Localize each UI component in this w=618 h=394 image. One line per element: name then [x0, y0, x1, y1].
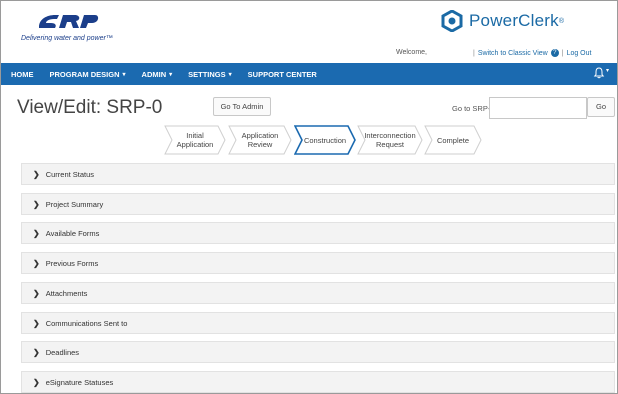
go-to-admin-button[interactable]: Go To Admin	[213, 97, 271, 116]
step-line2: Review	[247, 140, 273, 149]
section-label: Available Forms	[45, 228, 100, 238]
progress-steps: Initial Application Application Review Con…	[164, 125, 484, 155]
section-available-forms[interactable]: ❯ Available Forms	[21, 222, 615, 244]
chevron-right-icon: ❯	[33, 199, 40, 209]
nav-program-design[interactable]: PROGRAM DESIGN ▾	[50, 70, 126, 79]
nav-admin-label: ADMIN	[141, 69, 167, 79]
nav-support-center[interactable]: SUPPORT CENTER	[248, 70, 317, 79]
chevron-right-icon: ❯	[33, 318, 40, 328]
powerclerk-icon	[441, 10, 463, 32]
chevron-right-icon: ❯	[33, 377, 40, 387]
step-line1: Interconnection	[364, 131, 416, 140]
brand-name: PowerClerk	[469, 11, 559, 30]
section-project-summary[interactable]: ❯ Project Summary	[21, 193, 615, 215]
step-construction[interactable]: Construction	[294, 125, 356, 155]
page-frame: Delivering water and power™ PowerClerk ® …	[0, 0, 618, 394]
top-links: | Switch to Classic View ? | Log Out	[473, 49, 591, 57]
section-communications-sent-to[interactable]: ❯ Communications Sent to	[21, 312, 615, 334]
srp-logo[interactable]	[37, 11, 99, 31]
section-label: Deadlines	[45, 347, 80, 357]
step-initial-application[interactable]: Initial Application	[164, 125, 226, 155]
help-icon[interactable]: ?	[550, 49, 559, 57]
step-line1: Construction	[303, 135, 347, 145]
nav-settings-label: SETTINGS	[188, 69, 226, 79]
section-label: Current Status	[45, 169, 95, 179]
bell-chevron-icon: ▾	[605, 68, 609, 74]
section-label: eSignature Statuses	[45, 377, 114, 387]
chevron-right-icon: ❯	[33, 347, 40, 357]
step-line1: Application	[241, 131, 279, 140]
powerclerk-logo[interactable]: PowerClerk ®	[441, 9, 564, 33]
chevron-right-icon: ❯	[33, 258, 40, 268]
classic-view-link[interactable]: Switch to Classic View	[478, 50, 548, 57]
nav-home-label: HOME	[11, 69, 34, 79]
section-deadlines[interactable]: ❯ Deadlines	[21, 341, 615, 363]
go-to-input[interactable]	[489, 97, 587, 119]
nav-support-center-label: SUPPORT CENTER	[247, 69, 317, 79]
welcome-text: Welcome,	[396, 49, 427, 56]
link-separator-2: |	[561, 49, 564, 57]
nav-admin[interactable]: ADMIN ▾	[142, 70, 173, 79]
section-previous-forms[interactable]: ❯ Previous Forms	[21, 252, 615, 274]
step-interconnection-request[interactable]: Interconnection Request	[357, 125, 423, 155]
go-to-label: Go to SRP-	[452, 104, 491, 113]
step-line1: Complete	[436, 135, 470, 145]
bell-icon	[593, 67, 605, 79]
step-complete[interactable]: Complete	[424, 125, 482, 155]
nav-home[interactable]: HOME	[11, 70, 34, 79]
tagline: Delivering water and power™	[21, 35, 113, 42]
brand-mark: ®	[558, 17, 565, 25]
section-label: Previous Forms	[45, 258, 99, 268]
section-current-status[interactable]: ❯ Current Status	[21, 163, 615, 185]
chevron-down-icon: ▾	[228, 71, 232, 78]
section-label: Communications Sent to	[45, 318, 128, 328]
nav-settings[interactable]: SETTINGS ▾	[188, 70, 232, 79]
logout-link[interactable]: Log Out	[567, 50, 592, 57]
page-title: View/Edit: SRP-0	[17, 97, 163, 118]
nav-program-design-label: PROGRAM DESIGN	[49, 69, 120, 79]
section-label: Attachments	[45, 288, 88, 298]
go-button[interactable]: Go	[587, 97, 615, 117]
chevron-down-icon: ▾	[122, 71, 126, 78]
step-line2: Application	[176, 140, 214, 149]
notifications-menu[interactable]: ▾	[593, 67, 609, 82]
header: Delivering water and power™ PowerClerk ® …	[1, 1, 617, 63]
step-line1: Initial	[186, 131, 204, 140]
step-application-review[interactable]: Application Review	[228, 125, 292, 155]
section-label: Project Summary	[45, 199, 104, 209]
section-attachments[interactable]: ❯ Attachments	[21, 282, 615, 304]
chevron-right-icon: ❯	[33, 288, 40, 298]
step-line2: Request	[376, 140, 404, 149]
chevron-down-icon: ▾	[169, 71, 173, 78]
main-nav: HOME PROGRAM DESIGN ▾ ADMIN ▾ SETTINGS ▾ SU…	[1, 63, 617, 85]
chevron-right-icon: ❯	[33, 228, 40, 238]
section-esignature-statuses[interactable]: ❯ eSignature Statuses	[21, 371, 615, 393]
link-separator: |	[473, 49, 475, 57]
chevron-right-icon: ❯	[33, 169, 40, 179]
